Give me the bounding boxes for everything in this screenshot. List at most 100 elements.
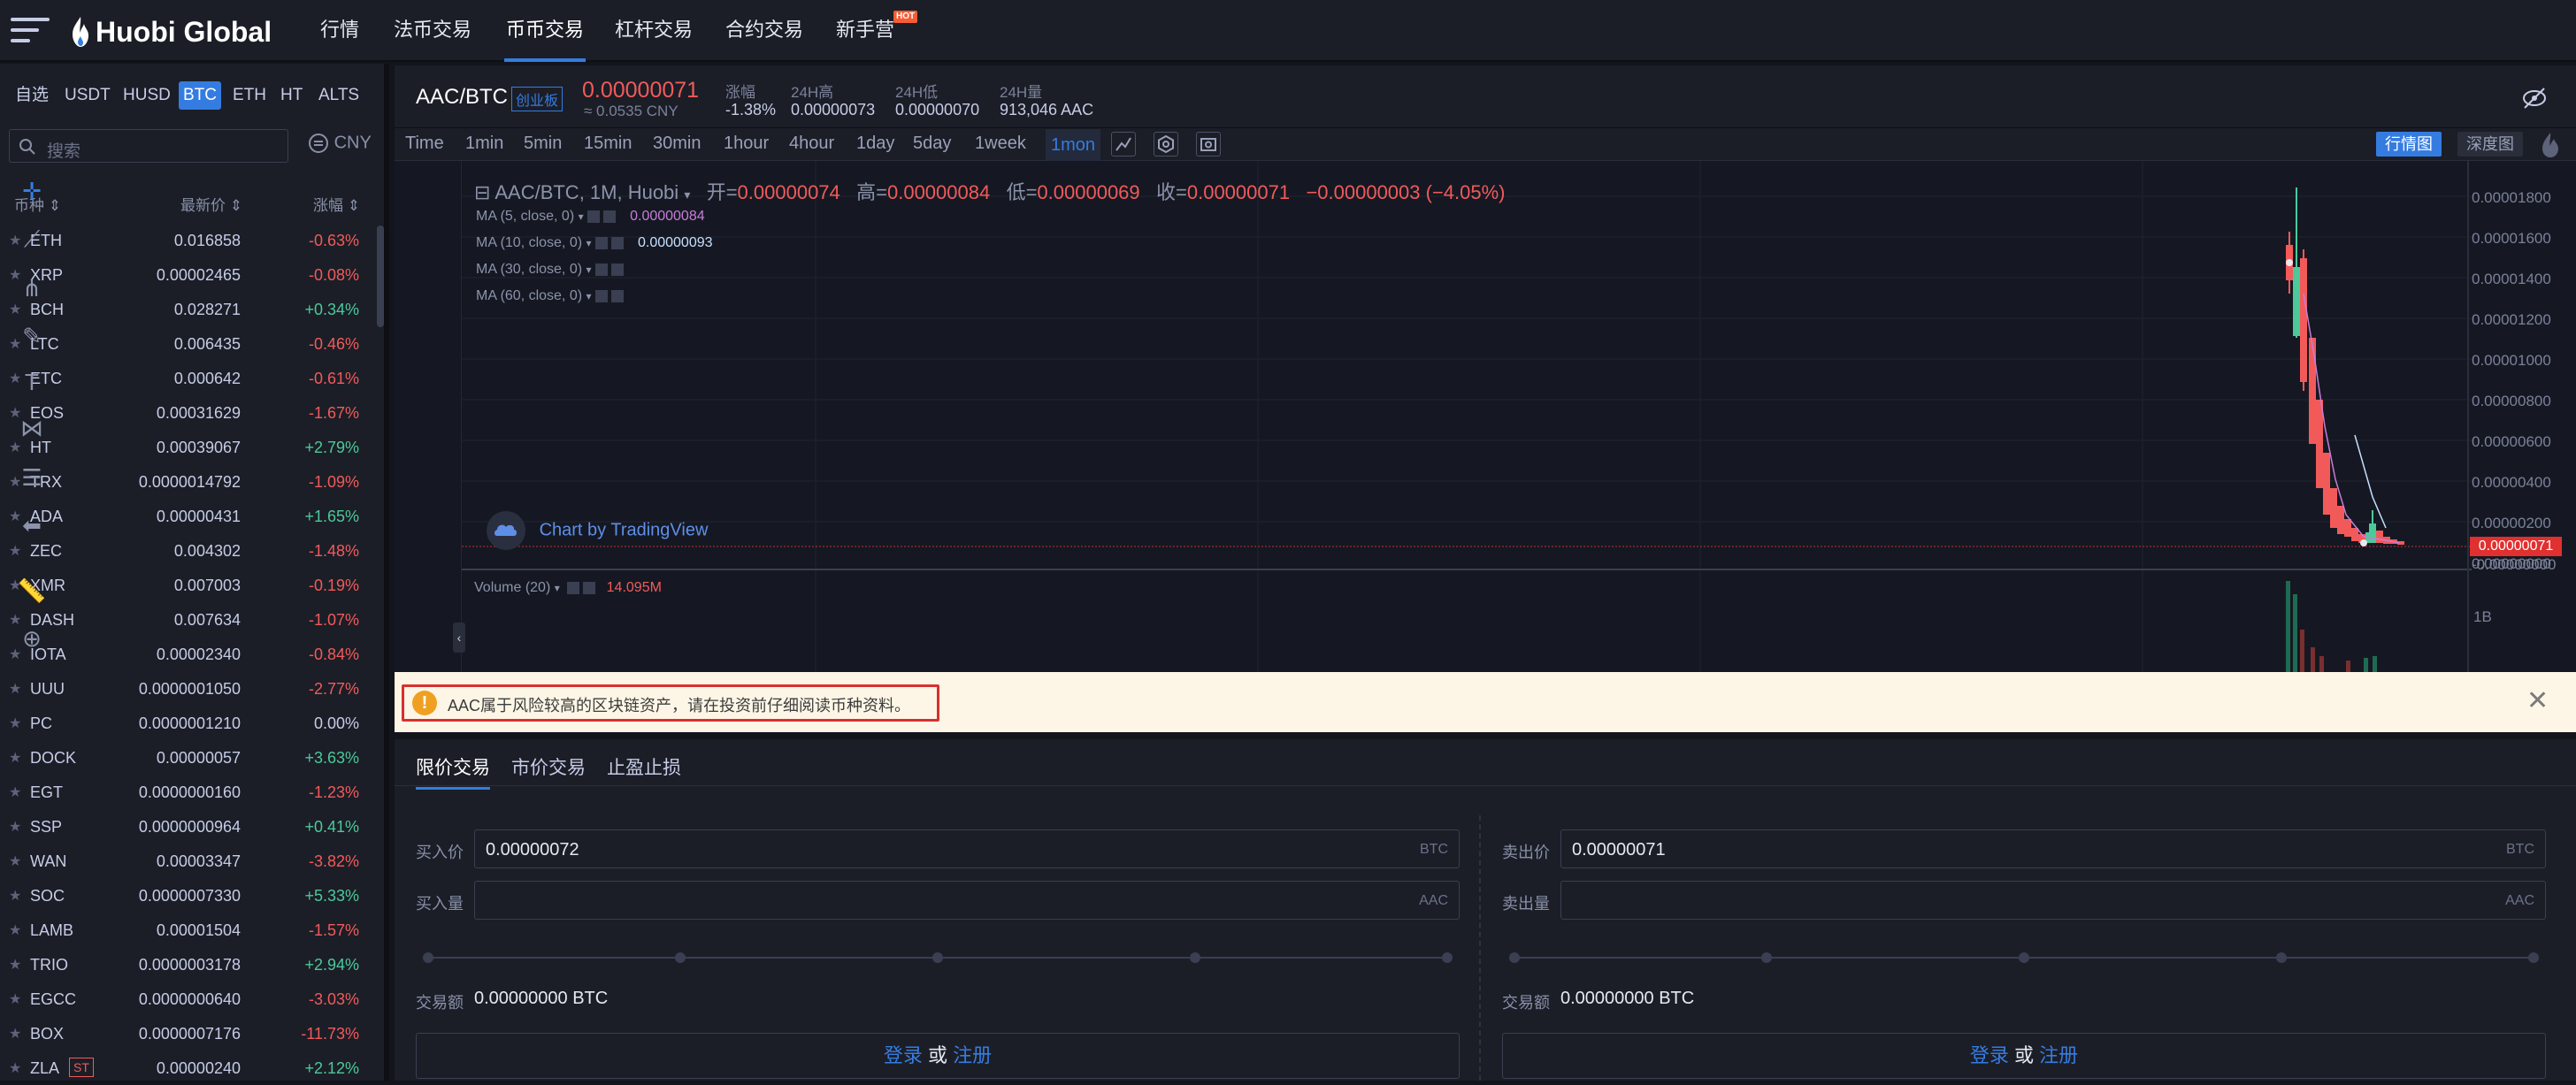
chevron-down-icon[interactable]: ▾	[586, 237, 592, 249]
chart-canvas[interactable]	[462, 161, 2472, 672]
market-row[interactable]: ★ ZLA ST 0.00000240 +2.12%	[0, 1051, 380, 1085]
slider-stop[interactable]	[2276, 952, 2287, 963]
tradingview-watermark[interactable]: Chart by TradingView	[487, 511, 708, 550]
menu-icon[interactable]	[11, 18, 50, 44]
nav-margin[interactable]: 杠杆交易	[615, 0, 693, 62]
star-icon[interactable]: ★	[9, 990, 21, 1008]
settings-icon[interactable]	[567, 581, 580, 594]
quote-tab-husd[interactable]: HUSD	[119, 81, 175, 110]
quote-tab-eth[interactable]: ETH	[228, 81, 271, 110]
interval-1min[interactable]: 1min	[465, 134, 503, 154]
back-arrow-icon[interactable]: ⬅	[16, 509, 48, 541]
screenshot-button[interactable]	[1196, 132, 1221, 157]
star-icon[interactable]: ★	[9, 542, 21, 560]
buy-price-input[interactable]: 0.00000072 BTC	[474, 829, 1460, 868]
ma-legend-item[interactable]: MA (10, close, 0) ▾ 0.00000093	[476, 235, 713, 251]
col-header-price[interactable]: 最新价 ⇕	[180, 193, 242, 215]
chevron-down-icon[interactable]: ▾	[555, 582, 560, 594]
chevron-down-icon[interactable]: ▾	[684, 187, 690, 202]
slider-stop[interactable]	[2528, 952, 2539, 963]
star-icon[interactable]: ★	[9, 887, 21, 905]
market-row[interactable]: ★ XMR 0.007003 -0.19%	[0, 568, 380, 602]
nav-otc[interactable]: 法币交易	[394, 0, 472, 62]
market-row[interactable]: ★ SSP 0.0000000964 +0.41%	[0, 809, 380, 844]
market-row[interactable]: ★ BOX 0.0000007176 -11.73%	[0, 1016, 380, 1051]
market-row[interactable]: ★ BCH 0.028271 +0.34%	[0, 292, 380, 326]
interval-time[interactable]: Time	[405, 134, 444, 154]
volume-title[interactable]: Volume (20)	[474, 580, 550, 595]
market-row[interactable]: ★ UUU 0.0000001050 -2.77%	[0, 671, 380, 706]
star-icon[interactable]: ★	[9, 818, 21, 836]
hide-eye-icon[interactable]	[2521, 85, 2548, 111]
market-row[interactable]: ★ ETH 0.016858 -0.63%	[0, 223, 380, 257]
market-row[interactable]: ★ IOTA 0.00002340 -0.84%	[0, 637, 380, 671]
ma-legend-item[interactable]: MA (5, close, 0) ▾ 0.00000084	[476, 209, 705, 225]
settings-icon[interactable]	[594, 289, 608, 302]
interval-1hour[interactable]: 1hour	[724, 134, 769, 154]
nav-spot[interactable]: 币币交易	[504, 0, 586, 62]
market-row[interactable]: ★ TRX 0.0000014792 -1.09%	[0, 464, 380, 499]
ma-legend-item[interactable]: MA (30, close, 0) ▾	[476, 262, 634, 278]
chevron-down-icon[interactable]: ▾	[586, 264, 592, 276]
star-icon[interactable]: ★	[9, 1059, 21, 1077]
interval-4hour[interactable]: 4hour	[789, 134, 834, 154]
interval-5min[interactable]: 5min	[524, 134, 562, 154]
close-icon[interactable]: ✕	[2526, 688, 2549, 714]
market-row[interactable]: ★ LTC 0.006435 -0.46%	[0, 326, 380, 361]
star-icon[interactable]: ★	[9, 714, 21, 732]
ruler-icon[interactable]: 📏	[16, 575, 48, 607]
currency-toggle[interactable]: CNY	[308, 133, 372, 154]
tab-stop-limit[interactable]: 止盈止损	[607, 753, 681, 787]
buy-amount-input[interactable]: AAC	[474, 881, 1460, 920]
indicator-button[interactable]	[1111, 132, 1136, 157]
text-tool-icon[interactable]: T	[16, 366, 48, 398]
nav-newbie[interactable]: 新手营	[836, 0, 894, 62]
market-row[interactable]: ★ EOS 0.00031629 -1.67%	[0, 395, 380, 430]
ma-legend-item[interactable]: MA (60, close, 0) ▾	[476, 288, 634, 304]
settings-icon[interactable]	[586, 210, 600, 223]
interval-1day[interactable]: 1day	[856, 134, 894, 154]
star-icon[interactable]: ★	[9, 749, 21, 767]
pitchfork-icon[interactable]: ⋔	[16, 272, 48, 304]
interval-30min[interactable]: 30min	[653, 134, 701, 154]
chevron-down-icon[interactable]: ▾	[586, 290, 592, 302]
register-link[interactable]: 注册	[953, 1044, 992, 1066]
login-link[interactable]: 登录	[884, 1044, 923, 1066]
search-input[interactable]: 搜索	[9, 129, 288, 163]
legend-collapse-icon[interactable]: ⊟	[474, 181, 490, 203]
quote-tab-alts[interactable]: ALTS	[314, 81, 364, 110]
slider-stop[interactable]	[1761, 952, 1772, 963]
market-row[interactable]: ★ EGCC 0.0000000640 -3.03%	[0, 982, 380, 1016]
interval-1mon[interactable]: 1mon	[1046, 129, 1101, 161]
slider-stop[interactable]	[1509, 952, 1520, 963]
chevron-down-icon[interactable]: ▾	[579, 210, 584, 223]
tab-kline[interactable]: 行情图	[2376, 132, 2442, 157]
star-icon[interactable]: ★	[9, 921, 21, 939]
huobi-logo[interactable]: Huobi Global	[71, 12, 272, 51]
market-row[interactable]: ★ HT 0.00039067 +2.79%	[0, 430, 380, 464]
warning-text[interactable]: AAC属于风险较高的区块链资产，请在投资前仔细阅读币种资料。	[448, 693, 910, 716]
star-icon[interactable]: ★	[9, 956, 21, 974]
pair-name[interactable]: AAC/BTC	[416, 85, 508, 110]
legend-title[interactable]: AAC/BTC, 1M, Huobi	[494, 181, 678, 203]
star-icon[interactable]: ★	[9, 680, 21, 698]
market-row[interactable]: ★ WAN 0.00003347 -3.82%	[0, 844, 380, 878]
collapse-toolbar-icon[interactable]: ‹	[453, 623, 465, 653]
star-icon[interactable]: ★	[9, 1025, 21, 1043]
interval-5day[interactable]: 5day	[913, 134, 951, 154]
close-icon[interactable]	[610, 263, 624, 276]
close-icon[interactable]	[610, 289, 624, 302]
market-row[interactable]: ★ EGT 0.0000000160 -1.23%	[0, 775, 380, 809]
quote-tab-btc[interactable]: BTC	[179, 81, 221, 110]
login-link[interactable]: 登录	[1970, 1044, 2009, 1066]
sell-login-button[interactable]: 登录 或 注册	[1502, 1033, 2546, 1079]
settings-icon[interactable]	[594, 263, 608, 276]
market-row[interactable]: ★ ADA 0.00000431 +1.65%	[0, 499, 380, 533]
tab-depth[interactable]: 深度图	[2457, 132, 2523, 157]
market-row[interactable]: ★ ETC 0.000642 -0.61%	[0, 361, 380, 395]
col-header-change[interactable]: 涨幅 ⇕	[313, 193, 360, 215]
market-row[interactable]: ★ XRP 0.00002465 -0.08%	[0, 257, 380, 292]
market-row[interactable]: ★ DASH 0.007634 -1.07%	[0, 602, 380, 637]
settings-button[interactable]	[1154, 132, 1178, 157]
pattern-icon[interactable]: ⋈	[16, 412, 48, 444]
